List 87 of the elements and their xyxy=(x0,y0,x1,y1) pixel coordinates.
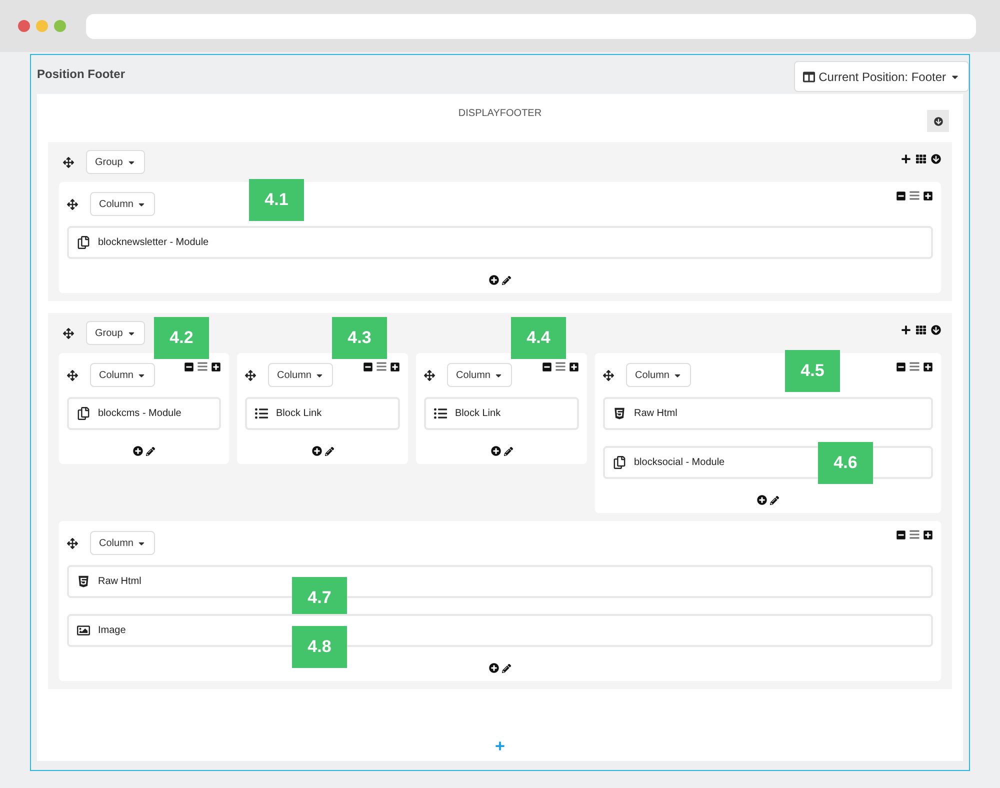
collapse-button[interactable] xyxy=(927,110,949,132)
image-icon xyxy=(77,624,90,637)
edit-icon[interactable] xyxy=(770,496,779,504)
module-item[interactable]: blockcms - Module xyxy=(67,397,221,430)
module-label: Image xyxy=(98,624,126,638)
list-icon xyxy=(434,407,447,420)
minus-icon[interactable] xyxy=(184,362,194,372)
plus-icon[interactable] xyxy=(923,530,933,540)
group-dropdown[interactable]: Group xyxy=(86,321,145,345)
column-dropdown[interactable]: Column xyxy=(90,531,156,555)
minus-icon[interactable] xyxy=(542,362,552,372)
step-badge: 4.1 xyxy=(249,179,304,221)
edit-icon[interactable] xyxy=(146,446,155,456)
module-label: blockcms - Module xyxy=(98,407,182,421)
html5-icon xyxy=(613,407,626,420)
copy-icon xyxy=(77,236,90,249)
step-badge: 4.4 xyxy=(511,317,566,359)
column-dropdown[interactable]: Column xyxy=(447,363,512,387)
columns-icon xyxy=(802,70,815,82)
edit-icon[interactable] xyxy=(504,446,512,456)
move-icon[interactable] xyxy=(424,370,435,380)
move-icon[interactable] xyxy=(63,328,74,338)
width-lines-icon[interactable] xyxy=(555,361,566,372)
plus-icon[interactable] xyxy=(901,325,911,335)
step-badge: 4.8 xyxy=(292,626,347,668)
list-icon xyxy=(255,407,268,420)
module-label: blocknewsletter - Module xyxy=(98,236,209,250)
copy-icon xyxy=(613,456,626,469)
minus-icon[interactable] xyxy=(896,530,906,540)
module-label: Block Link xyxy=(276,407,322,421)
move-icon[interactable] xyxy=(603,370,614,380)
move-icon[interactable] xyxy=(245,370,256,380)
column-dropdown[interactable]: Column xyxy=(90,363,156,387)
grid-icon[interactable] xyxy=(916,154,926,164)
add-icon[interactable] xyxy=(489,275,499,285)
module-label: Raw Html xyxy=(98,575,142,589)
plus-icon[interactable] xyxy=(923,362,933,372)
group-dropdown[interactable]: Group xyxy=(86,150,145,174)
column-dropdown[interactable]: Column xyxy=(90,192,156,216)
plus-icon[interactable] xyxy=(901,154,911,164)
plus-icon[interactable] xyxy=(390,362,400,372)
module-item[interactable]: Block Link xyxy=(424,397,579,430)
step-badge: 4.3 xyxy=(332,317,387,359)
panel-title: Position Footer xyxy=(37,66,125,83)
plus-icon[interactable] xyxy=(569,362,579,372)
module-item[interactable]: Raw Html xyxy=(603,397,933,430)
add-icon[interactable] xyxy=(312,446,322,456)
move-icon[interactable] xyxy=(67,198,78,210)
grid-icon[interactable] xyxy=(916,325,926,335)
width-lines-icon[interactable] xyxy=(197,361,208,372)
minus-icon[interactable] xyxy=(896,362,906,372)
edit-icon[interactable] xyxy=(324,446,334,456)
width-lines-icon[interactable] xyxy=(909,361,920,372)
html5-icon xyxy=(77,575,90,588)
move-icon[interactable] xyxy=(67,538,78,548)
minus-icon[interactable] xyxy=(363,362,373,372)
edit-icon[interactable] xyxy=(502,664,511,672)
module-label: Raw Html xyxy=(634,407,678,421)
step-badge: 4.5 xyxy=(785,350,840,392)
move-icon[interactable] xyxy=(67,370,78,380)
add-icon[interactable] xyxy=(490,446,500,456)
position-dropdown[interactable]: Current Position: Footer xyxy=(794,61,969,92)
download-icon[interactable] xyxy=(931,325,941,335)
module-item[interactable]: blocknewsletter - Module xyxy=(67,226,933,259)
download-icon[interactable] xyxy=(931,154,941,164)
width-lines-icon[interactable] xyxy=(909,190,920,201)
hook-title: DISPLAYFOOTER xyxy=(458,107,542,121)
module-item[interactable]: Block Link xyxy=(245,397,400,430)
column-dropdown[interactable]: Column xyxy=(268,363,334,387)
module-label: Block Link xyxy=(455,407,501,421)
add-icon[interactable] xyxy=(133,446,143,456)
move-icon[interactable] xyxy=(63,156,74,168)
step-badge: 4.2 xyxy=(154,317,209,359)
step-badge: 4.6 xyxy=(818,442,873,484)
add-icon[interactable] xyxy=(757,495,767,505)
download-icon xyxy=(934,116,942,126)
minus-icon[interactable] xyxy=(896,190,906,200)
width-lines-icon[interactable] xyxy=(376,361,387,372)
plus-icon[interactable] xyxy=(923,190,933,200)
add-group-icon[interactable] xyxy=(495,741,505,751)
column-dropdown[interactable]: Column xyxy=(626,363,692,387)
module-label: blocksocial - Module xyxy=(634,456,725,470)
add-icon[interactable] xyxy=(489,663,499,673)
width-lines-icon[interactable] xyxy=(909,529,920,540)
edit-icon[interactable] xyxy=(502,276,511,284)
copy-icon xyxy=(77,407,90,420)
plus-icon[interactable] xyxy=(211,362,221,372)
